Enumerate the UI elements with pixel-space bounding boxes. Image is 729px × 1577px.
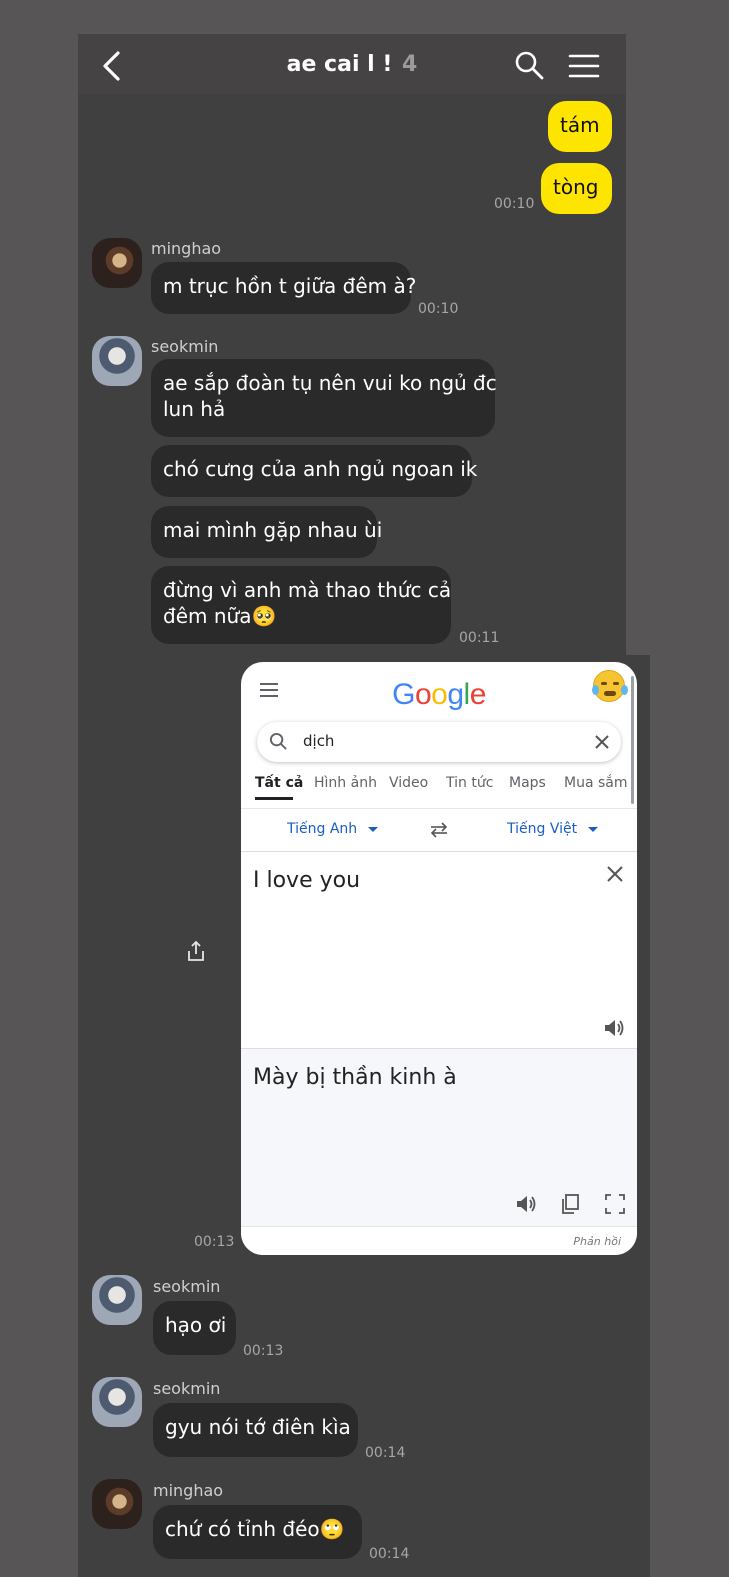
message-time: 00:10	[494, 196, 535, 212]
tab-images[interactable]: Hình ảnh	[314, 775, 377, 791]
message-bubble[interactable]: đừng vì anh mà thao thức cả đêm nữa🥺	[151, 566, 451, 644]
dropdown-arrow-icon	[587, 826, 598, 832]
chat-title-text: ae cai l !	[286, 52, 393, 77]
tab-video[interactable]: Video	[389, 775, 428, 791]
tab-maps[interactable]: Maps	[509, 775, 546, 791]
language-selector-row: Tiếng Anh Tiếng Việt	[241, 808, 637, 851]
search-icon	[269, 732, 287, 750]
message-time: 00:13	[243, 1343, 284, 1359]
sender-name: seokmin	[153, 1277, 221, 1296]
sender-name: minghao	[151, 239, 222, 258]
my-message-bubble[interactable]: tám	[548, 101, 612, 152]
image-message[interactable]: Google dịch Tất cả Hình ảnh Video Tin tứ…	[241, 662, 637, 1255]
source-text-area[interactable]: I love you	[241, 851, 637, 1048]
target-language-label: Tiếng Việt	[507, 821, 578, 837]
search-tabs: Tất cả Hình ảnh Video Tin tức Maps Mua s…	[241, 775, 637, 805]
search-query: dịch	[303, 732, 335, 750]
google-logo: Google	[392, 678, 486, 711]
feedback-bar: Phản hồi	[241, 1226, 637, 1255]
clear-icon[interactable]	[595, 735, 609, 749]
message-bubble[interactable]: m trục hồn t giữa đêm à?	[151, 262, 416, 314]
feedback-link[interactable]: Phản hồi	[573, 1235, 621, 1248]
sender-name: seokmin	[151, 337, 219, 356]
message-time: 00:10	[418, 301, 459, 317]
message-text: tám	[560, 113, 600, 137]
search-icon[interactable]	[514, 50, 544, 80]
avatar[interactable]	[92, 1479, 142, 1529]
dropdown-arrow-icon	[367, 826, 378, 832]
avatar[interactable]	[92, 1275, 142, 1325]
tab-news[interactable]: Tin tức	[446, 775, 493, 791]
avatar[interactable]	[92, 336, 142, 386]
avatar[interactable]	[92, 1377, 142, 1427]
source-language-select[interactable]: Tiếng Anh	[287, 821, 378, 837]
source-text: I love you	[253, 868, 361, 893]
source-language-label: Tiếng Anh	[287, 821, 358, 837]
message-time: 00:14	[365, 1445, 406, 1461]
message-bubble[interactable]: mai mình gặp nhau ùi	[151, 506, 382, 558]
message-bubble[interactable]: chứ có tỉnh đéo🙄	[153, 1505, 362, 1559]
member-count: 4	[402, 52, 418, 77]
message-text: lun hả	[163, 397, 226, 421]
speaker-icon[interactable]	[515, 1194, 537, 1214]
tab-shopping[interactable]: Mua sắm	[564, 775, 628, 791]
active-tab-indicator	[255, 797, 293, 800]
sender-name: minghao	[153, 1481, 224, 1500]
scrollbar	[631, 676, 634, 804]
message-bubble[interactable]: chó cưng của anh ngủ ngoan ik	[151, 445, 477, 497]
message-time: 00:14	[369, 1546, 410, 1562]
message-text: gyu nói tớ điên kìa	[165, 1415, 351, 1439]
copy-icon[interactable]	[560, 1193, 580, 1215]
message-text: chó cưng của anh ngủ ngoan ik	[163, 457, 478, 481]
message-text: tòng	[553, 175, 599, 199]
message-text: hạo ơi	[165, 1313, 227, 1337]
message-bubble[interactable]: hạo ơi	[153, 1301, 236, 1355]
my-message-bubble[interactable]: tòng	[541, 163, 612, 214]
translation-result-area: Mày bị thần kinh à	[241, 1048, 637, 1226]
menu-icon[interactable]	[568, 52, 600, 80]
fullscreen-icon[interactable]	[605, 1194, 625, 1214]
speaker-icon[interactable]	[603, 1018, 625, 1038]
message-text: ae sắp đoàn tụ nên vui ko ngủ đc	[163, 371, 497, 395]
message-bubble[interactable]: ae sắp đoàn tụ nên vui ko ngủ đc lun hả	[151, 359, 497, 437]
tab-all[interactable]: Tất cả	[255, 775, 303, 791]
message-text: chứ có tỉnh đéo🙄	[165, 1517, 345, 1541]
message-text: đừng vì anh mà thao thức cả	[163, 578, 452, 602]
close-icon[interactable]	[607, 866, 623, 882]
translated-text: Mày bị thần kinh à	[253, 1065, 457, 1090]
message-text: đêm nữa🥺	[163, 604, 277, 628]
sender-name: seokmin	[153, 1379, 221, 1398]
avatar[interactable]	[92, 238, 142, 288]
search-input[interactable]: dịch	[257, 722, 621, 762]
message-bubble[interactable]: gyu nói tớ điên kìa	[153, 1403, 358, 1457]
message-text: mai mình gặp nhau ùi	[163, 518, 383, 542]
share-icon[interactable]	[185, 940, 207, 962]
message-time: 00:11	[459, 630, 500, 646]
message-time: 00:13	[194, 1234, 235, 1250]
target-language-select[interactable]: Tiếng Việt	[507, 821, 598, 837]
message-text: m trục hồn t giữa đêm à?	[163, 274, 417, 298]
swap-languages-icon[interactable]	[429, 822, 449, 838]
emoji-avatar-icon	[592, 670, 628, 702]
chat-header: ae cai l ! 4	[78, 34, 626, 94]
